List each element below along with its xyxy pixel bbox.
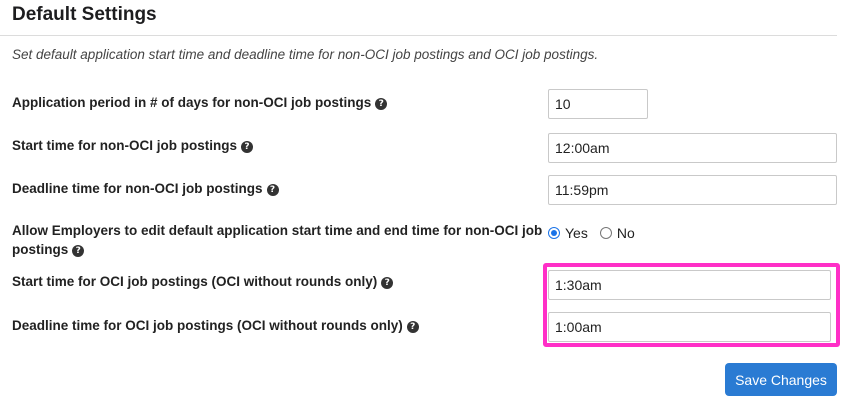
allow-edit-label-line1: Allow Employers to edit default applicat… [12, 223, 543, 238]
deadline-oci-label-text: Deadline time for OCI job postings (OCI … [12, 318, 403, 333]
application-period-label-text: Application period in # of days for non-… [12, 95, 372, 110]
help-icon[interactable]: ? [375, 98, 388, 110]
application-period-label: Application period in # of days for non-… [12, 93, 388, 112]
allow-edit-label-line2: postings [12, 242, 69, 257]
help-icon[interactable]: ? [241, 141, 253, 153]
help-icon[interactable]: ? [406, 321, 419, 333]
allow-edit-label: Allow Employers to edit default applicat… [12, 221, 542, 259]
page-title: Default Settings [12, 4, 157, 25]
allow-edit-no-label[interactable]: No [617, 225, 635, 241]
help-icon[interactable]: ? [266, 184, 279, 196]
start-non-oci-label-text: Start time for non-OCI job postings [12, 138, 237, 153]
help-icon[interactable]: ? [381, 277, 394, 289]
allow-edit-yes-label[interactable]: Yes [565, 225, 588, 241]
allow-edit-radio-group: Yes No [548, 225, 647, 241]
start-non-oci-label: Start time for non-OCI job postings? [12, 136, 253, 155]
start-non-oci-input[interactable] [548, 133, 837, 163]
deadline-non-oci-input[interactable] [548, 175, 837, 205]
deadline-oci-label: Deadline time for OCI job postings (OCI … [12, 316, 419, 335]
title-divider [0, 35, 837, 36]
oci-fields-highlight-box [543, 263, 840, 347]
help-icon[interactable]: ? [72, 245, 85, 257]
allow-edit-no-radio[interactable] [599, 227, 612, 239]
deadline-non-oci-label-text: Deadline time for non-OCI job postings [12, 181, 263, 196]
application-period-input[interactable] [548, 89, 648, 119]
start-oci-label-text: Start time for OCI job postings (OCI wit… [12, 274, 378, 289]
settings-description: Set default application start time and d… [12, 47, 599, 62]
start-oci-label: Start time for OCI job postings (OCI wit… [12, 272, 394, 291]
allow-edit-yes-radio[interactable] [548, 227, 560, 239]
deadline-non-oci-label: Deadline time for non-OCI job postings? [12, 179, 279, 198]
save-changes-button[interactable]: Save Changes [725, 363, 837, 396]
